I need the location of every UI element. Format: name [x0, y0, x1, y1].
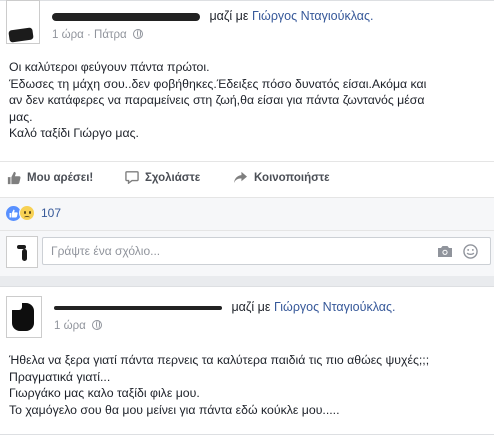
sad-reaction-icon: [19, 205, 35, 221]
reaction-count[interactable]: 107: [41, 206, 61, 220]
timestamp-link[interactable]: 1 ώρα: [54, 320, 86, 332]
like-label: Μου αρέσει!: [27, 172, 94, 184]
globe-icon: [91, 320, 102, 330]
comment-icon: [125, 171, 139, 184]
body-line: Πραγματικά γιατί...: [9, 369, 111, 384]
post-header: μαζί με Γιώργος Νταγιούκλας.: [54, 300, 396, 314]
reactions-bar[interactable]: 107: [0, 197, 494, 230]
body-line: μας.: [9, 109, 33, 124]
body-line: Ήθελα να ξερα γιατί πάντα περνεις τα καλ…: [9, 353, 430, 367]
timestamp-link[interactable]: 1 ώρα: [52, 29, 84, 41]
avatar[interactable]: [6, 0, 40, 44]
redacted-author-name[interactable]: [52, 12, 200, 21]
post-card: μαζί με Γιώργος Νταγιούκλας. 1 ώρα Ήθελα…: [0, 286, 494, 435]
tagged-friend-link[interactable]: Γιώργος Νταγιούκλας.: [252, 9, 374, 23]
meta-separator: ·: [86, 29, 91, 41]
post-meta: 1 ώρα: [54, 320, 102, 332]
with-text: μαζί με: [209, 9, 249, 23]
body-line: Έδωσες τη μάχη σου..δεν φοβήθηκες.Έδειξε…: [9, 76, 427, 91]
body-line: αν δεν κατάφερες να παραμείνεις στη ζωή,…: [9, 93, 425, 108]
tagged-friend-link[interactable]: Γιώργος Νταγιούκλας.: [274, 300, 396, 314]
comment-box: [42, 237, 491, 265]
body-line: Γιωργάκο μας καλο ταξίδι φιλε μου.: [9, 386, 200, 401]
share-arrow-icon: [234, 171, 247, 184]
action-bar: Μου αρέσει! Σχολιάστε Κοινοποιήστε: [0, 161, 494, 194]
share-label: Κοινοποιήστε: [254, 171, 330, 184]
commenter-avatar: [6, 236, 38, 268]
post-header: μαζί με Γιώργος Νταγιούκλας.: [52, 9, 374, 23]
body-line: Οι καλύτεροι φεύγουν πάντα πρώτοι.: [9, 60, 210, 74]
location-link[interactable]: Πάτρα: [94, 29, 127, 41]
camera-icon[interactable]: [437, 245, 453, 258]
body-line: Καλό ταξίδι Γιώργο μας.: [9, 126, 139, 141]
comment-input[interactable]: [51, 244, 411, 258]
comment-button[interactable]: Σχολιάστε: [125, 171, 200, 184]
share-button[interactable]: Κοινοποιήστε: [233, 171, 330, 184]
comment-label: Σχολιάστε: [145, 171, 201, 184]
globe-icon: [132, 29, 143, 39]
post-meta: 1 ώρα · Πάτρα: [52, 29, 143, 41]
comment-composer: [0, 230, 494, 276]
post-body: Οι καλύτεροι φεύγουν πάντα πρώτοι. Έδωσε…: [9, 59, 426, 142]
redacted-author-name[interactable]: [54, 305, 222, 310]
thumbs-up-icon: [7, 171, 21, 185]
post-body: Ήθελα να ξερα γιατί πάντα περνεις τα καλ…: [9, 352, 429, 418]
post-card: μαζί με Γιώργος Νταγιούκλας. 1 ώρα · Πάτ…: [0, 0, 494, 276]
like-button[interactable]: Μου αρέσει!: [7, 171, 93, 185]
body-line: Το χαμόγελο σου θα μου μείνει για πάντα …: [9, 402, 340, 417]
emoji-icon[interactable]: [463, 244, 478, 259]
avatar[interactable]: [6, 296, 42, 338]
with-text: μαζί με: [231, 300, 271, 314]
